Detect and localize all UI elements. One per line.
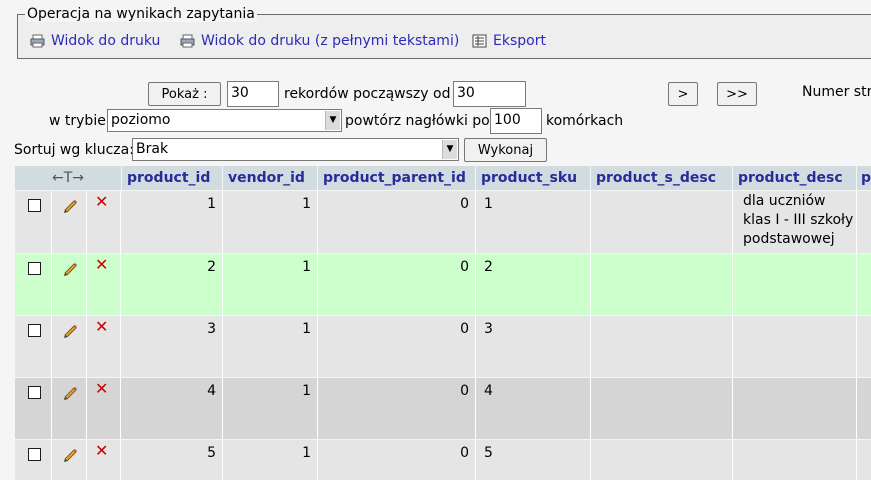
- row-checkbox[interactable]: [28, 199, 41, 212]
- row-checkbox[interactable]: [28, 262, 41, 275]
- cell-product-s-desc: [591, 440, 733, 480]
- cell-product-id: 2: [122, 254, 223, 315]
- table-row: ✕ 1 1 0 1 dla uczniów klas I - III szkoły pod…: [15, 191, 871, 253]
- show-button[interactable]: Pokaż :: [148, 82, 221, 106]
- cell-product-s-desc: [591, 191, 733, 253]
- delete-cross-icon[interactable]: ✕: [95, 319, 108, 335]
- delete-cross-icon[interactable]: ✕: [95, 381, 108, 397]
- cell-p-truncated: [857, 316, 871, 377]
- cell-vendor-id: 1: [223, 440, 318, 480]
- cell-product-sku: 5: [476, 440, 591, 480]
- repeat-headers-label: powtórz nagłówki po: [345, 113, 490, 129]
- last-page-button[interactable]: >>: [717, 82, 757, 106]
- mode-label: w trybie: [49, 113, 106, 129]
- mode-select[interactable]: poziomo ▼: [107, 109, 342, 132]
- table-row: ✕ 2 1 0 2: [15, 254, 871, 315]
- header-product-sku[interactable]: product_sku: [476, 166, 590, 190]
- cell-product-id: 4: [122, 378, 223, 439]
- page-number-label: Numer strony:: [802, 84, 871, 100]
- table-row: ✕ 3 1 0 3: [15, 316, 871, 377]
- column-nav-header[interactable]: ←T→: [15, 166, 121, 190]
- header-vendor-id[interactable]: vendor_id: [223, 166, 317, 190]
- header-p-truncated[interactable]: p: [857, 166, 871, 190]
- operations-legend: Operacja na wynikach zapytania: [25, 6, 257, 22]
- repeat-headers-input[interactable]: 100: [490, 108, 542, 134]
- cell-product-s-desc: [591, 316, 733, 377]
- edit-pencil-icon[interactable]: [62, 322, 78, 338]
- cell-product-sku: 1: [476, 191, 591, 253]
- start-row-input[interactable]: 30: [453, 81, 526, 107]
- header-product-s-desc[interactable]: product_s_desc: [591, 166, 732, 190]
- cell-vendor-id: 1: [223, 316, 318, 377]
- print-view-full-link[interactable]: Widok do druku (z pełnymi tekstami): [201, 33, 459, 49]
- cell-product-parent-id: 0: [318, 378, 476, 439]
- edit-pencil-icon[interactable]: [62, 260, 78, 276]
- cell-product-parent-id: 0: [318, 440, 476, 480]
- cells-label: komórkach: [546, 113, 624, 129]
- print-full-icon[interactable]: [180, 34, 195, 48]
- cell-p-truncated: [857, 378, 871, 439]
- cell-product-id: 1: [122, 191, 223, 253]
- table-row: ✕ 4 1 0 4: [15, 378, 871, 439]
- cell-p-truncated: [857, 254, 871, 315]
- cell-p-truncated: [857, 440, 871, 480]
- sort-label: Sortuj wg klucza:: [14, 142, 134, 158]
- delete-cross-icon[interactable]: ✕: [95, 194, 108, 210]
- cell-product-sku: 3: [476, 316, 591, 377]
- export-link[interactable]: Eksport: [493, 33, 546, 49]
- cell-product-sku: 2: [476, 254, 591, 315]
- edit-pencil-icon[interactable]: [62, 197, 78, 213]
- cell-product-desc: [733, 378, 857, 439]
- row-checkbox[interactable]: [28, 324, 41, 337]
- cell-product-sku: 4: [476, 378, 591, 439]
- cell-product-parent-id: 0: [318, 191, 476, 253]
- rows-count-input[interactable]: 30: [227, 81, 279, 107]
- header-product-id[interactable]: product_id: [122, 166, 222, 190]
- cell-vendor-id: 1: [223, 191, 318, 253]
- print-view-link[interactable]: Widok do druku: [51, 33, 160, 49]
- cell-product-desc: [733, 254, 857, 315]
- next-page-button[interactable]: >: [668, 82, 698, 106]
- chevron-down-icon: ▼: [442, 140, 457, 159]
- edit-pencil-icon[interactable]: [62, 384, 78, 400]
- print-icon[interactable]: [30, 34, 45, 48]
- header-product-parent-id[interactable]: product_parent_id: [318, 166, 475, 190]
- mode-select-value: poziomo: [111, 112, 171, 128]
- cell-p-truncated: [857, 191, 871, 253]
- delete-cross-icon[interactable]: ✕: [95, 443, 108, 459]
- cell-product-desc: dla uczniów klas I - III szkoły podstawo…: [733, 191, 857, 253]
- edit-pencil-icon[interactable]: [62, 446, 78, 462]
- cell-product-id: 5: [122, 440, 223, 480]
- cell-product-parent-id: 0: [318, 254, 476, 315]
- row-checkbox[interactable]: [28, 448, 41, 461]
- cell-product-desc: [733, 440, 857, 480]
- cell-vendor-id: 1: [223, 378, 318, 439]
- export-icon[interactable]: [472, 34, 487, 48]
- sort-select-value: Brak: [136, 141, 169, 157]
- sort-select[interactable]: Brak ▼: [132, 138, 459, 161]
- header-product-desc[interactable]: product_desc: [733, 166, 856, 190]
- cell-product-s-desc: [591, 254, 733, 315]
- row-checkbox[interactable]: [28, 386, 41, 399]
- cell-product-s-desc: [591, 378, 733, 439]
- delete-cross-icon[interactable]: ✕: [95, 257, 108, 273]
- table-row: ✕ 5 1 0 5: [15, 440, 871, 480]
- execute-button[interactable]: Wykonaj: [464, 138, 547, 162]
- chevron-down-icon: ▼: [325, 111, 340, 130]
- rows-from-label: rekordów począwszy od: [284, 86, 451, 102]
- cell-vendor-id: 1: [223, 254, 318, 315]
- cell-product-id: 3: [122, 316, 223, 377]
- cell-product-desc: [733, 316, 857, 377]
- cell-product-parent-id: 0: [318, 316, 476, 377]
